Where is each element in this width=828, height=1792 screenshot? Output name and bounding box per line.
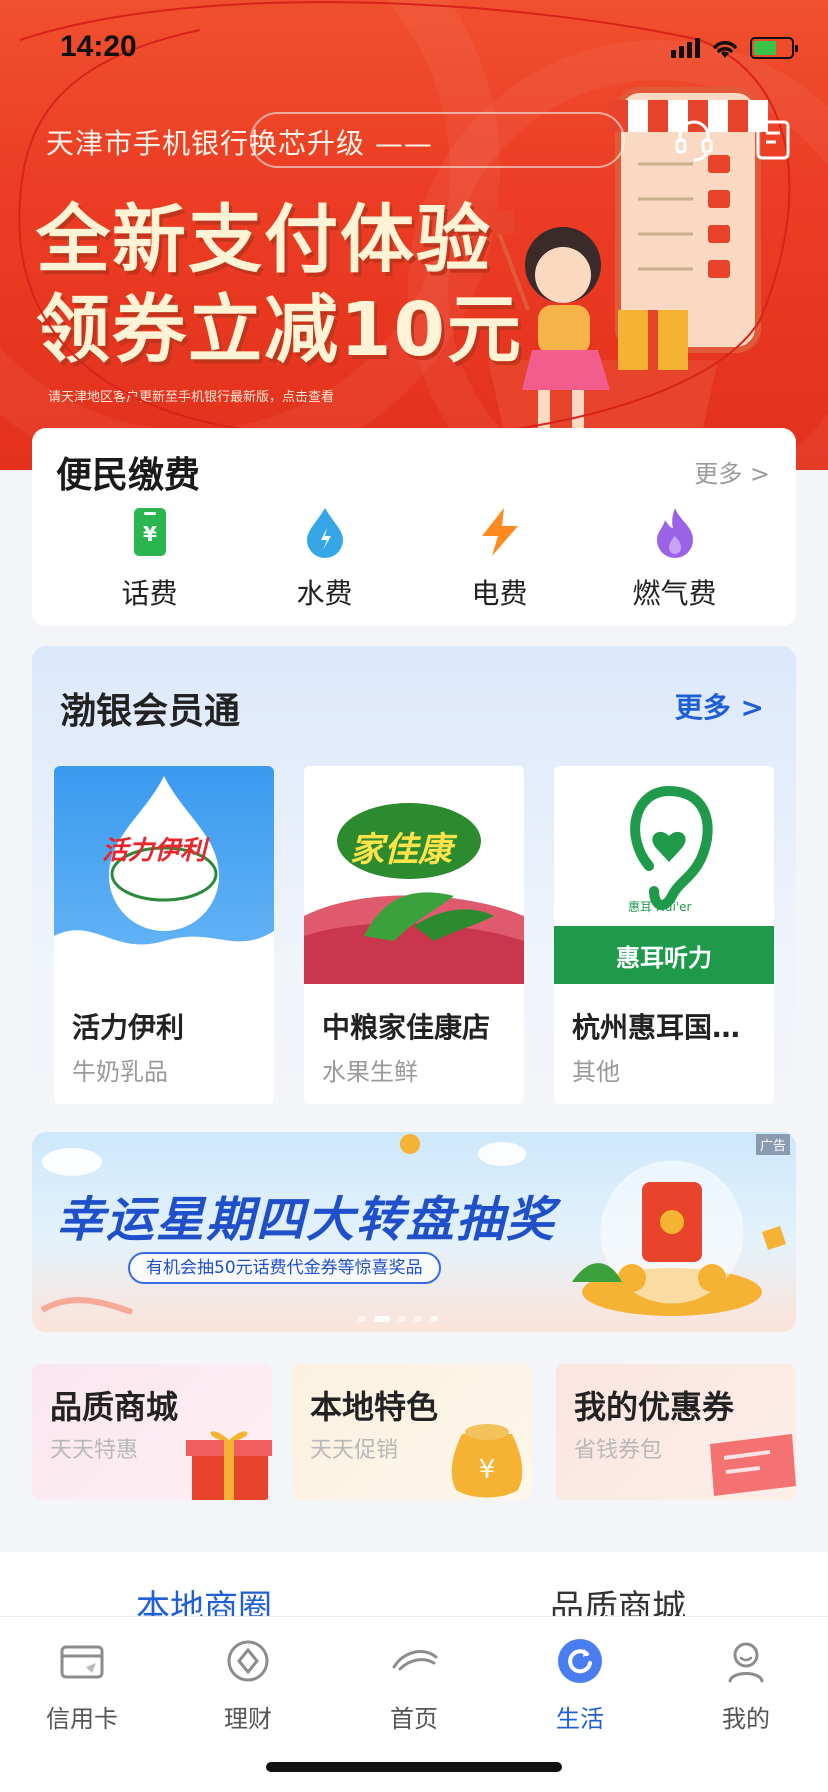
merchant-logo-yili: 活力伊利 bbox=[102, 836, 207, 866]
profile-icon bbox=[728, 1642, 764, 1683]
merchant-logo-sub-huier: 惠耳 Hui'er bbox=[628, 900, 692, 914]
status-icons bbox=[671, 36, 798, 60]
merchant-category: 牛奶乳品 bbox=[72, 1058, 168, 1086]
carousel-dot bbox=[358, 1316, 366, 1322]
merchant-image-yili: 活力伊利 bbox=[54, 766, 274, 984]
nav-wealth[interactable]: 理财 bbox=[188, 1637, 308, 1734]
svg-text:¥: ¥ bbox=[143, 522, 157, 546]
nav-home[interactable]: 首页 bbox=[354, 1637, 474, 1734]
payments-card: 便民缴费 更多 > ¥ 话费 水费 电费 燃气费 bbox=[32, 428, 796, 626]
water-drop-icon bbox=[306, 508, 343, 558]
tile-my-coupons[interactable]: 我的优惠券 省钱券包 bbox=[556, 1364, 796, 1500]
nav-label: 生活 bbox=[556, 1705, 604, 1733]
payment-item-water[interactable]: 水费 bbox=[237, 506, 412, 612]
nav-label: 理财 bbox=[224, 1705, 272, 1733]
battery-icon bbox=[750, 37, 798, 59]
tile-quality-mall[interactable]: 品质商城 天天特惠 bbox=[32, 1364, 272, 1500]
payments-more-link[interactable]: 更多 > bbox=[694, 454, 770, 489]
search-bar[interactable] bbox=[250, 112, 625, 168]
merchant-name: 杭州惠耳国… bbox=[572, 1011, 741, 1044]
nav-profile[interactable]: 我的 bbox=[686, 1637, 806, 1734]
life-icon bbox=[558, 1639, 602, 1683]
content-tabs: 本地商圈 品质商城 bbox=[0, 1552, 828, 1628]
carousel-dot bbox=[430, 1316, 438, 1322]
svg-text:¥: ¥ bbox=[479, 1455, 496, 1485]
merchant-logo-jiajiakang: 家佳康 bbox=[350, 830, 452, 870]
status-bar: 14:20 bbox=[0, 0, 828, 100]
wifi-icon bbox=[713, 41, 737, 58]
ad-banner[interactable]: 广告 幸运星期四大转盘抽奖 有机会抽50元话费代金券等惊喜奖品 bbox=[32, 1132, 796, 1332]
nav-label: 信用卡 bbox=[46, 1705, 118, 1733]
carousel-dot bbox=[414, 1316, 422, 1322]
merchant-card-yili[interactable]: 活力伊利 活力伊利 牛奶乳品 bbox=[54, 766, 274, 1104]
phone-bill-icon: ¥ bbox=[133, 508, 166, 556]
nav-credit-card[interactable]: 信用卡 bbox=[22, 1637, 142, 1734]
credit-card-icon bbox=[60, 1645, 104, 1679]
carousel-dot-active bbox=[374, 1316, 390, 1322]
ad-carousel-dots bbox=[358, 1316, 438, 1322]
wealth-icon bbox=[227, 1640, 269, 1682]
ad-title: 幸运星期四大转盘抽奖 bbox=[56, 1192, 557, 1248]
flame-icon bbox=[656, 508, 693, 558]
payment-item-gas[interactable]: 燃气费 bbox=[587, 506, 762, 612]
payment-item-phone[interactable]: ¥ 话费 bbox=[62, 506, 237, 612]
merchant-name: 活力伊利 bbox=[72, 1011, 185, 1044]
nav-label: 我的 bbox=[722, 1705, 770, 1733]
menu-icon[interactable] bbox=[754, 118, 794, 162]
hero-banner[interactable]: 14:20 天津市手机银行换芯升级 —— 全新支付体验 领券立减10元 请天津地… bbox=[0, 0, 828, 470]
merchant-image-jiajiakang: 家佳康 bbox=[304, 766, 524, 984]
payment-label-phone: 话费 bbox=[121, 577, 178, 610]
member-title: 渤银会员通 bbox=[60, 691, 241, 732]
merchant-category: 其他 bbox=[572, 1058, 620, 1086]
merchant-image-huier: 惠耳 Hui'er 惠耳听力 bbox=[554, 766, 774, 984]
hero-icons bbox=[674, 118, 794, 162]
merchant-card-jiajiakang[interactable]: 家佳康 中粮家佳康店 水果生鲜 bbox=[304, 766, 524, 1104]
payment-label-gas: 燃气费 bbox=[632, 577, 717, 610]
payment-label-water: 水费 bbox=[296, 577, 353, 610]
tile-local-specialty[interactable]: 本地特色 天天促销 ¥ bbox=[292, 1364, 532, 1500]
merchant-logo-huier: 惠耳听力 bbox=[616, 944, 712, 972]
gift-box-icon bbox=[186, 1431, 272, 1500]
coupon-icon bbox=[710, 1434, 796, 1496]
status-time: 14:20 bbox=[60, 30, 137, 63]
merchant-name: 中粮家佳康店 bbox=[322, 1011, 491, 1044]
signal-icon bbox=[671, 38, 700, 58]
home-indicator bbox=[266, 1762, 562, 1772]
tile-title: 我的优惠券 bbox=[574, 1388, 735, 1426]
tile-subtitle: 天天促销 bbox=[310, 1438, 399, 1463]
carousel-dot bbox=[398, 1316, 406, 1322]
home-icon bbox=[392, 1650, 438, 1671]
merchant-category: 水果生鲜 bbox=[322, 1058, 418, 1086]
payment-label-electric: 电费 bbox=[471, 577, 528, 610]
payment-item-electric[interactable]: 电费 bbox=[412, 506, 587, 612]
nav-label: 首页 bbox=[390, 1705, 438, 1733]
payments-title: 便民缴费 bbox=[56, 455, 201, 496]
member-section: 渤银会员通 更多 > 活力伊利 活力伊利 牛奶乳品 家佳康 中粮家佳康店 水果生… bbox=[32, 646, 796, 1114]
ad-subtitle: 有机会抽50元话费代金券等惊喜奖品 bbox=[128, 1252, 441, 1284]
tile-subtitle: 天天特惠 bbox=[50, 1438, 139, 1463]
member-more-link[interactable]: 更多 > bbox=[675, 686, 764, 726]
money-bag-icon: ¥ bbox=[451, 1424, 523, 1498]
headset-icon[interactable] bbox=[674, 118, 714, 162]
tile-subtitle: 省钱券包 bbox=[574, 1438, 663, 1463]
tile-title: 品质商城 bbox=[50, 1388, 179, 1426]
lightning-icon bbox=[481, 508, 518, 556]
tile-title: 本地特色 bbox=[310, 1388, 439, 1426]
merchant-card-huier[interactable]: 惠耳 Hui'er 惠耳听力 杭州惠耳国… 其他 bbox=[554, 766, 774, 1104]
nav-life[interactable]: 生活 bbox=[520, 1637, 640, 1734]
payments-items: ¥ 话费 水费 电费 燃气费 bbox=[32, 506, 796, 612]
